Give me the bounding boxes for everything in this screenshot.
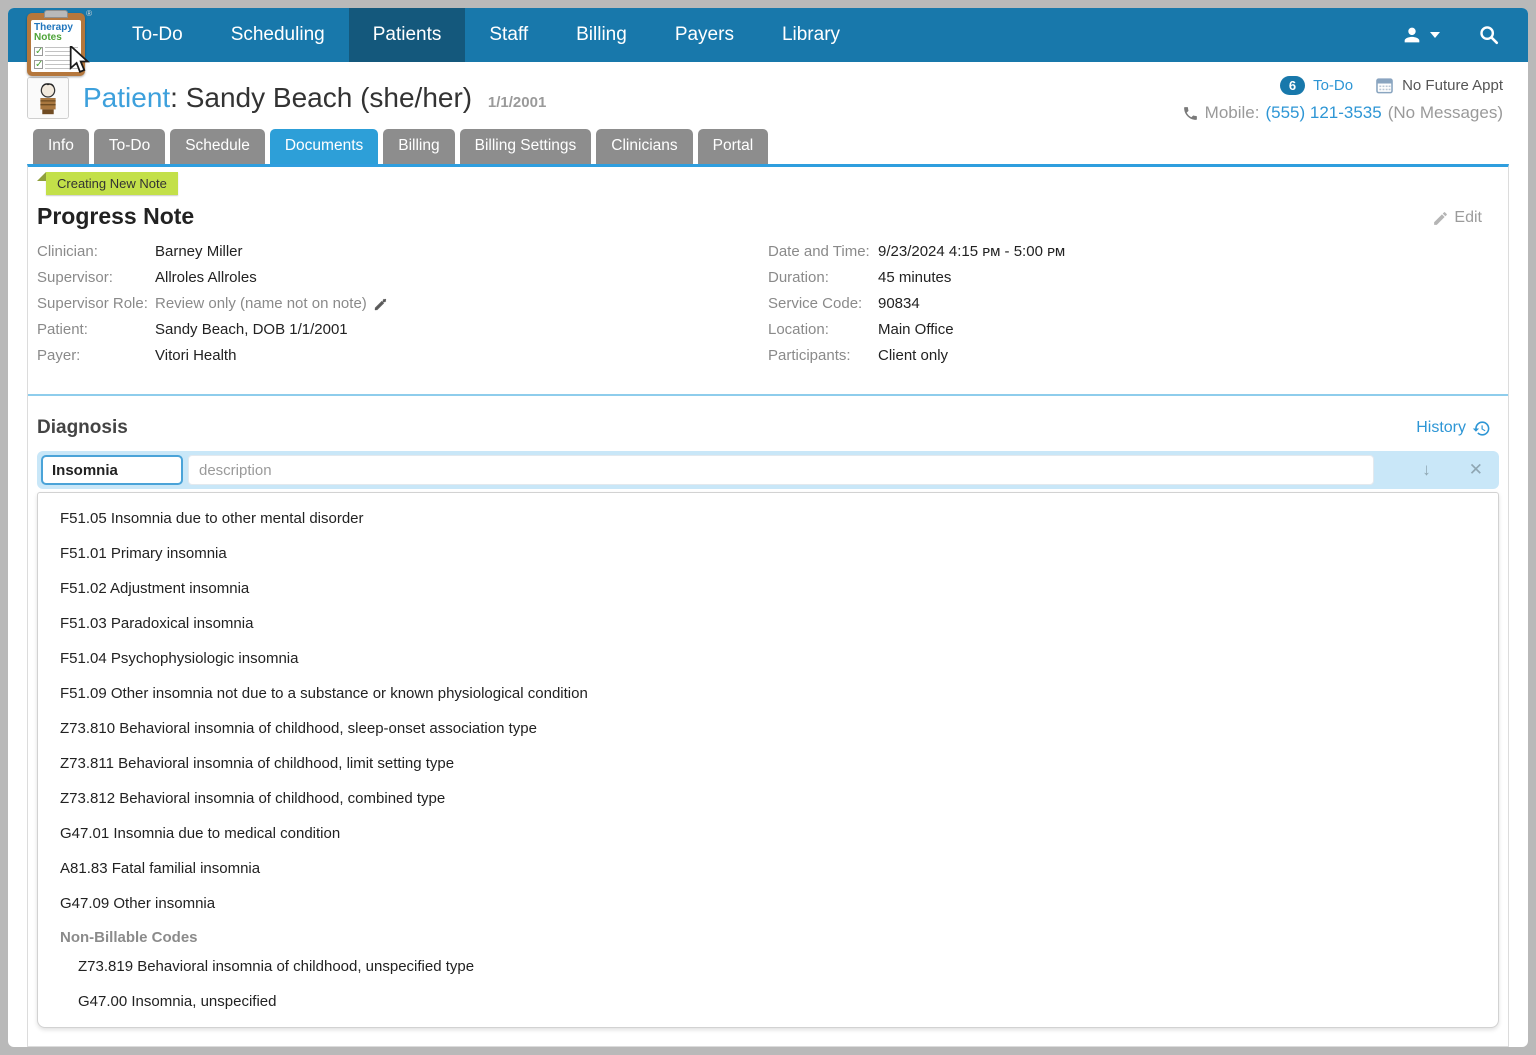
appt-status: No Future Appt [1402,77,1503,94]
edit-button[interactable]: Edit [1432,209,1482,227]
diagnosis-option[interactable]: F51.09 Other insomnia not due to a subst… [38,676,1498,711]
user-icon [1404,27,1420,43]
history-clock-icon [1472,420,1490,436]
diagnosis-option[interactable]: F51.01 Primary insomnia [38,536,1498,571]
field-payer: Payer: Vitori Health [37,347,237,364]
tab[interactable]: Clinicians [596,129,693,164]
note-title: Progress Note [37,203,195,229]
patient-tabs: Info To-Do Schedule Documents Billing Billing… [27,129,1509,164]
field-supervisor: Supervisor: Allroles Allroles [37,269,257,286]
nav-item[interactable]: To-Do [108,8,207,62]
field-patient: Patient: Sandy Beach, DOB 1/1/2001 [37,321,348,338]
billable-options: F51.05 Insomnia due to other mental diso… [38,501,1498,921]
tab[interactable]: Portal [697,129,769,164]
pencil-icon [1434,211,1448,225]
clipboard-clip [44,10,68,18]
app-window: ® Therapy Notes ✓ ✓ To-Do Scheduling Patie… [8,8,1528,1047]
field-duration: Duration: 45 minutes [768,269,952,286]
therapynotes-logo[interactable]: ® Therapy Notes ✓ ✓ [27,9,92,76]
diagnosis-option[interactable]: F51.02 Adjustment insomnia [38,571,1498,606]
tab[interactable]: Schedule [170,129,265,164]
patient-label: Patient [83,81,171,113]
diagnosis-option[interactable]: Z73.811 Behavioral insomnia of childhood… [38,746,1498,781]
registered-mark: ® [86,9,92,18]
diagnosis-option[interactable]: G47.01 Insomnia due to medical condition [38,816,1498,851]
diagnosis-option[interactable]: A81.83 Fatal familial insomnia [38,851,1498,886]
logo-text-notes: Notes [34,32,62,43]
user-menu-button[interactable] [1401,24,1440,46]
nav-item[interactable]: Scheduling [207,8,349,62]
nav-menu: To-Do Scheduling Patients Staff Billing Payer… [108,8,864,62]
calendar-icon [1376,78,1393,94]
diagnosis-option[interactable]: G47.00 Insomnia, unspecified [38,984,1498,1019]
checkbox-icon: ✓ [34,59,44,70]
down-arrow-icon[interactable]: ↓ [1422,460,1431,480]
phone-icon [1183,106,1197,120]
nav-item[interactable]: Billing [552,8,651,62]
diagnosis-option[interactable]: F51.04 Psychophysiologic insomnia [38,641,1498,676]
search-button[interactable] [1478,24,1500,46]
pencil-slash-icon [374,298,387,310]
close-icon[interactable]: ✕ [1469,460,1483,480]
mobile-number-link[interactable]: (555) 121-3535 [1265,103,1381,123]
diagnosis-section-title: Diagnosis [37,417,128,438]
tab[interactable]: To-Do [93,129,166,164]
diagnosis-suggestions-dropdown: F51.05 Insomnia due to other mental diso… [37,492,1499,1028]
tab[interactable]: Billing [383,129,455,164]
creating-new-note-ribbon: Creating New Note [37,172,178,195]
section-divider [28,394,1508,396]
diagnosis-option[interactable]: Z73.819 Behavioral insomnia of childhood… [38,949,1498,984]
nav-item[interactable]: Staff [465,8,552,62]
document-panel: Creating New Note Progress Note Edit Cli… [27,164,1509,1047]
tab[interactable]: Documents [269,129,379,164]
nav-item[interactable]: Payers [651,8,758,62]
mobile-label: Mobile: [1204,103,1260,122]
diagnosis-entry-row: ↓ ✕ [37,451,1499,489]
diagnosis-option[interactable]: Z73.810 Behavioral insomnia of childhood… [38,711,1498,746]
field-service-code: Service Code: 90834 [768,295,920,312]
non-billable-codes-header: Non-Billable Codes [60,929,198,946]
nav-item[interactable]: Patients [348,8,466,62]
mobile-note: (No Messages) [1387,103,1503,122]
diagnosis-history-button[interactable]: History [1416,419,1491,438]
mouse-cursor-icon [69,46,90,73]
tab[interactable]: Billing Settings [459,129,592,164]
patient-header: Patient: Sandy Beach (she/her) 1/1/2001 … [8,62,1528,125]
patient-tabs-bar: Info To-Do Schedule Documents Billing Billing… [8,125,1528,164]
diagnosis-option[interactable]: Z73.812 Behavioral insomnia of childhood… [38,781,1498,816]
field-clinician: Clinician: Barney Miller [37,243,243,260]
field-date-time: Date and Time: 9/23/2024 4:15 ᴘᴍ - 5:00 ᴘ… [768,243,1066,260]
patient-name: Sandy Beach (she/her) [185,81,473,113]
diagnosis-description-input[interactable] [188,455,1375,485]
search-icon [1480,26,1499,45]
diagnosis-option[interactable]: F51.03 Paradoxical insomnia [38,606,1498,641]
field-supervisor-role: Supervisor Role: Review only (name not o… [37,296,768,312]
field-location: Location: Main Office [768,321,954,338]
chevron-down-icon [1430,32,1440,38]
non-billable-options: Z73.819 Behavioral insomnia of childhood… [38,949,1498,1019]
checkbox-icon: ✓ [34,46,44,57]
todo-count-badge[interactable]: 6 [1279,76,1306,95]
diagnosis-option[interactable]: F51.05 Insomnia due to other mental diso… [38,501,1498,536]
diagnosis-option[interactable]: G47.09 Other insomnia [38,886,1498,921]
patient-dob: 1/1/2001 [487,93,547,111]
nav-item[interactable]: Library [758,8,864,62]
field-participants: Participants: Client only [768,347,949,364]
patient-avatar [27,76,69,119]
tab[interactable]: Info [33,129,89,164]
top-navbar: ® Therapy Notes ✓ ✓ To-Do Scheduling Patie… [8,8,1528,76]
note-summary-fields: Clinician: Barney Miller Supervisor: Allro… [37,244,1499,374]
diagnosis-code-input[interactable] [41,455,183,485]
todo-link[interactable]: To-Do [1313,77,1353,94]
page-title: Patient: Sandy Beach (she/her) 1/1/2001 [83,81,547,113]
